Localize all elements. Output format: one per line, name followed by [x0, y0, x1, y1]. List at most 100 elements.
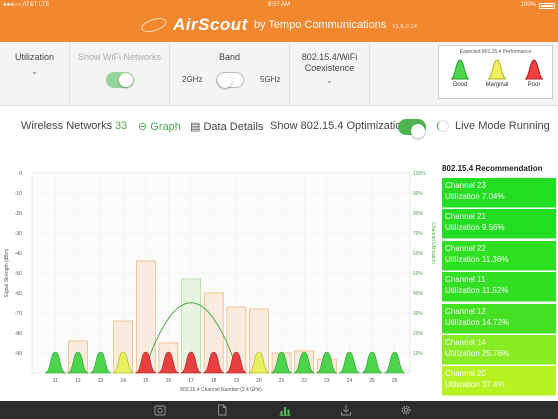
legend-marginal: Marginal — [482, 58, 512, 88]
download-icon[interactable] — [340, 404, 352, 416]
x-tick-label: 18 — [211, 378, 217, 384]
y2-tick-label: 80% — [413, 211, 424, 217]
recommendation-item: Channel 21 Utilization 9.56% — [442, 209, 556, 240]
legend-poor-label: Poor — [527, 82, 541, 88]
good-bell-icon — [450, 59, 470, 80]
y2-tick-label: 30% — [413, 311, 424, 317]
toggle-knob — [411, 124, 425, 138]
x-axis-label: 802.15.4 Channel Number (2.4 GHz) — [180, 387, 262, 393]
x-tick-label: 16 — [166, 378, 172, 384]
wireless-networks-label: Wireless Networks — [21, 120, 113, 132]
y2-tick-label: 70% — [413, 231, 424, 237]
band-control: Band 2GHz 5GHz — [170, 42, 290, 106]
y-tick-label: -20 — [15, 211, 22, 217]
marginal-bell-icon — [487, 59, 507, 80]
recommendation-channel: Channel 21 — [445, 212, 486, 222]
chart-icon[interactable] — [279, 404, 291, 416]
recommendation-item: Channel 22 Utilization 11.36% — [442, 240, 556, 271]
network-count: 33 — [115, 120, 128, 132]
show-wifi-toggle[interactable] — [106, 72, 134, 88]
recommendation-channel: Channel 20 — [445, 369, 486, 379]
y2-tick-label: 100% — [413, 171, 426, 177]
recommendation-channel: Channel 14 — [445, 338, 486, 347]
y-tick-label: -80 — [15, 331, 22, 337]
recommendation-channel: Channel 12 — [445, 306, 486, 316]
performance-legend: Expected 802.15.4 Performance Good Margi… — [438, 45, 553, 99]
recommendation-channel: Channel 11 — [445, 275, 486, 285]
camera-icon[interactable] — [154, 404, 166, 416]
graph-icon: ⊖ — [138, 121, 148, 133]
battery-icon — [539, 3, 555, 9]
poor-bell-icon — [524, 59, 544, 80]
x-tick-label: 25 — [369, 378, 375, 384]
data-details-label: Data Details — [203, 121, 264, 133]
recommendation-utilization: Utilization 14.72% — [445, 317, 510, 327]
coexistence-line2: Coexistence — [304, 63, 355, 73]
toggle-knob — [119, 73, 133, 87]
y2-tick-label: 50% — [413, 271, 424, 277]
y-tick-label: -50 — [15, 271, 22, 277]
info-row: Wireless Networks 33 ⊖ Graph ▤ Data Deta… — [0, 115, 558, 139]
x-tick-label: 15 — [143, 378, 149, 384]
y-tick-label: -30 — [15, 231, 22, 237]
x-tick-label: 14 — [120, 378, 126, 384]
settings-icon[interactable] — [400, 404, 412, 416]
x-tick-label: 20 — [256, 378, 262, 384]
document-icon[interactable] — [216, 404, 228, 416]
table-icon: ▤ — [190, 121, 201, 133]
recommendation-channel: Channel 22 — [445, 243, 486, 253]
coexistence-line1: 802.15.4/WiFi — [301, 52, 358, 62]
recommendation-utilization: Utilization 37.4% — [445, 380, 505, 390]
graph-tab[interactable]: ⊖ Graph — [138, 120, 181, 133]
utilization-label: Utilization — [14, 52, 54, 62]
legend-good-label: Good — [452, 82, 468, 88]
data-details-tab[interactable]: ▤ Data Details — [190, 120, 263, 133]
band-5ghz-label: 5GHz — [260, 75, 281, 84]
utilization-dropdown[interactable]: Utilization ⌄ — [0, 42, 70, 106]
legend-good: Good — [445, 58, 475, 88]
recommendation-item: Channel 14 Utilization 25.76% — [442, 335, 556, 365]
performance-title: Expected 802.15.4 Performance — [459, 49, 532, 55]
optimization-toggle[interactable] — [398, 119, 426, 138]
y-tick-label: 0 — [19, 171, 22, 177]
band-2ghz-label: 2GHz — [182, 75, 203, 84]
status-time: 9:57 AM — [267, 2, 290, 8]
recommendation-utilization: Utilization 11.36% — [445, 254, 509, 264]
bottom-tab-bar — [0, 401, 558, 419]
x-tick-label: 22 — [301, 378, 307, 384]
y2-tick-label: 40% — [413, 291, 424, 297]
y2-tick-label: 20% — [413, 331, 424, 337]
recommendation-panel: 802.15.4 Recommendation Channel 23 Utiliz… — [440, 160, 558, 400]
recommendation-utilization: Utilization 7.04% — [445, 192, 505, 201]
x-tick-label: 13 — [98, 378, 104, 384]
recommendation-utilization: Utilization 11.52% — [445, 286, 509, 296]
show-wifi-networks-control: Show WiFi Networks — [70, 42, 170, 106]
app-version: v1.6.0.14 — [392, 24, 417, 30]
x-tick-label: 23 — [324, 378, 330, 384]
recommendation-item: Channel 20 Utilization 37.4% — [442, 366, 556, 397]
recommendation-channel: Channel 23 — [445, 181, 486, 190]
coexistence-dropdown[interactable]: 802.15.4/WiFi Coexistence ⌄ — [290, 42, 370, 106]
y2-axis-label: Channel Utilization — [430, 222, 436, 264]
live-mode-label: Live Mode Running — [455, 120, 550, 132]
band-toggle[interactable] — [216, 72, 244, 88]
y-tick-label: -40 — [15, 251, 22, 257]
app-title: AirScout — [173, 15, 248, 34]
recommendation-utilization: Utilization 9.56% — [445, 223, 505, 233]
battery-percent: 100% — [520, 2, 536, 8]
x-tick-label: 12 — [75, 378, 81, 384]
y-tick-label: -10 — [15, 191, 22, 197]
y-tick-label: -60 — [15, 291, 22, 297]
recommendation-item: Channel 23 Utilization 7.04% — [442, 178, 556, 208]
chevron-down-icon: ⌄ — [31, 67, 38, 76]
x-tick-label: 11 — [53, 378, 58, 384]
graph-tab-label: Graph — [150, 121, 181, 133]
chart-svg: 0 -10 -20 -30 -40 -50 -60 -70 -80 -90 100% 90% 80% 70… — [4, 171, 436, 393]
airscout-logo-icon — [139, 15, 169, 35]
chevron-down-icon: ⌄ — [326, 76, 333, 85]
y-tick-label: -90 — [15, 351, 22, 357]
x-tick-label: 24 — [347, 378, 353, 384]
recommendation-item: Channel 11 Utilization 11.52% — [442, 272, 556, 303]
y2-tick-label: 90% — [413, 191, 424, 197]
optimization-label: Show 802.15.4 Optimization — [270, 120, 408, 132]
